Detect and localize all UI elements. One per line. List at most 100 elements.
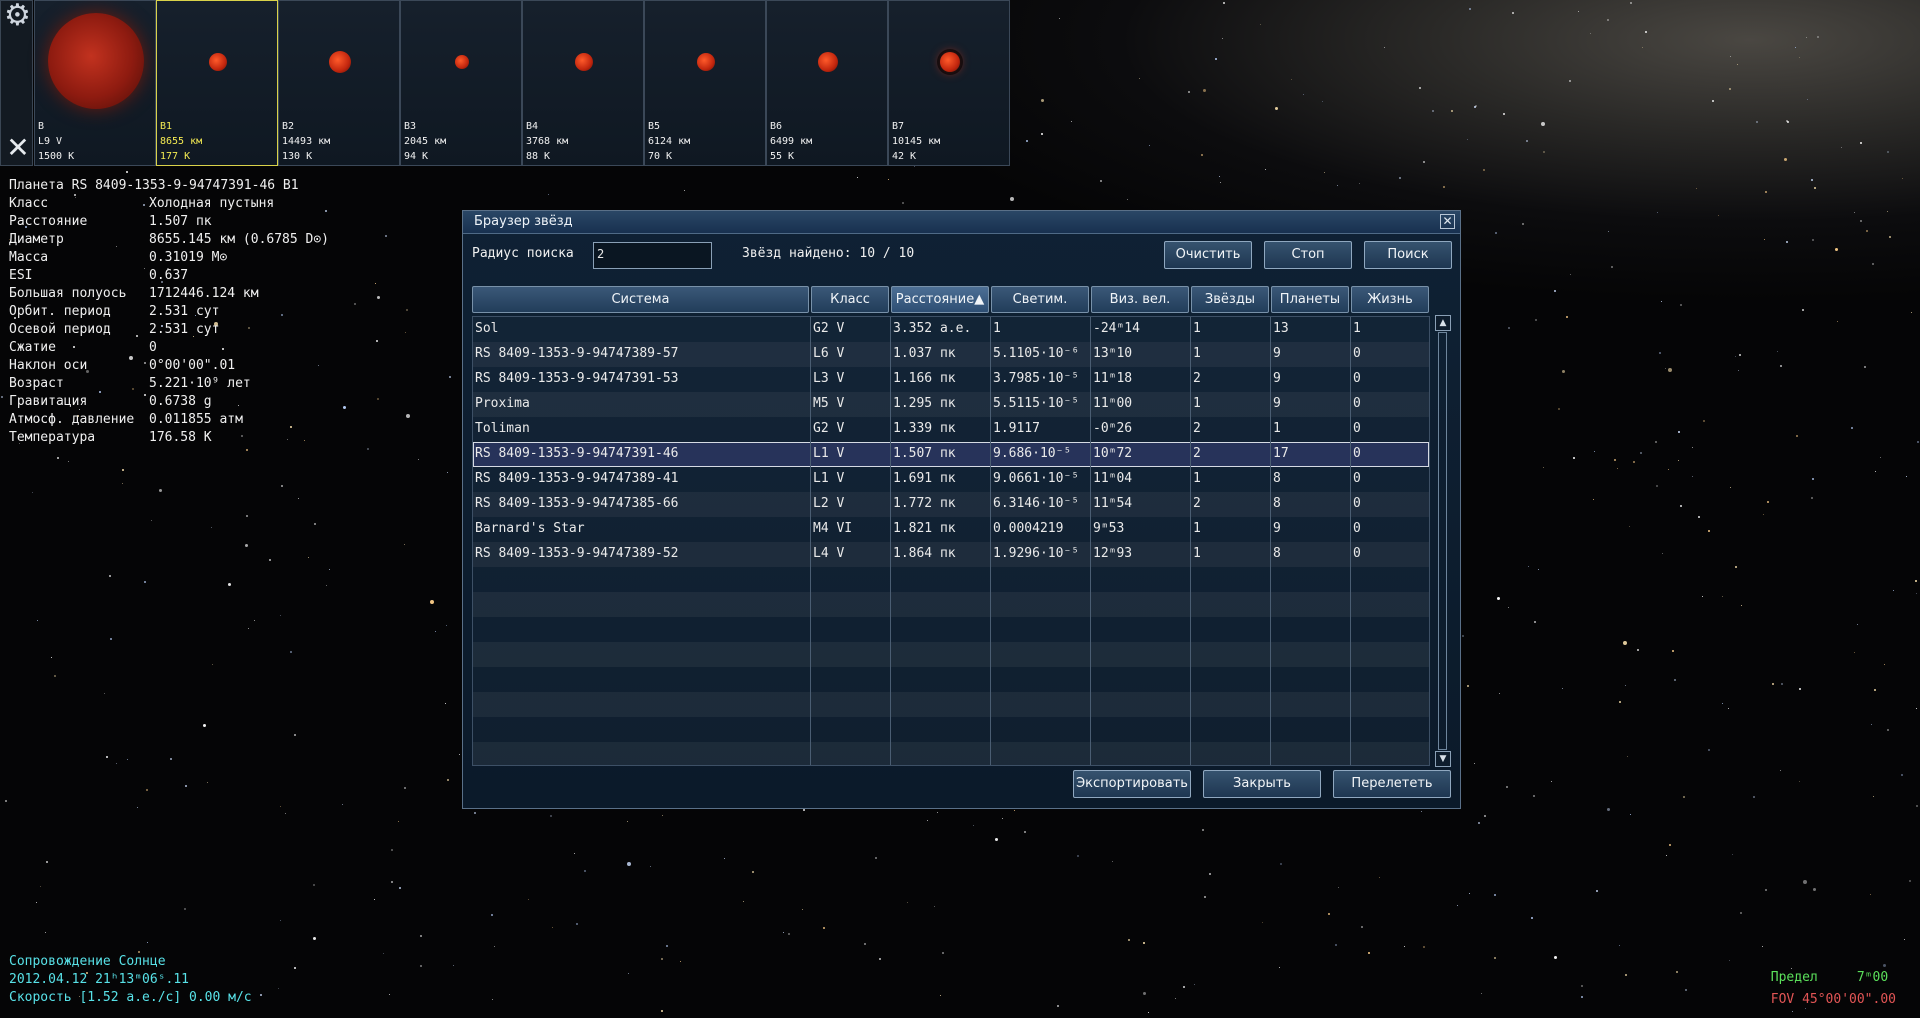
gear-icon[interactable]: ⚙ (4, 1, 32, 31)
thumbnail-b7[interactable]: B7 10145 км 42 K (888, 0, 1010, 166)
search-radius-input[interactable]: 2 (593, 242, 712, 269)
thumbnail-b[interactable]: B L9 V 1500 K (34, 0, 156, 166)
table-cell: 0 (1353, 421, 1361, 436)
table-cell: M5 V (813, 396, 845, 411)
scroll-down-icon[interactable]: ▼ (1435, 751, 1451, 767)
planet-image (209, 53, 227, 71)
thumbnail-b1[interactable]: B1 8655 км 177 K (156, 0, 278, 166)
column-divider (1090, 317, 1091, 765)
table-cell: 1 (1193, 321, 1201, 336)
planet-info-label: ESI (9, 268, 33, 283)
table-row[interactable]: RS 8409-1353-9-94747389-57 L6 V 1.037 пк 5.… (473, 342, 1429, 367)
table-row[interactable]: Barnard's Star M4 VI 1.821 пк 0.0004219 9ᵐ53… (473, 517, 1429, 542)
thumbnail-line3: 55 K (770, 151, 795, 162)
planet-info-row: Наклон оси 0°00'00".01 (9, 357, 299, 375)
thumbnail-b5[interactable]: B5 6124 км 70 K (644, 0, 766, 166)
planet-info-row: Масса 0.31019 M⊙ (9, 249, 299, 267)
dialog-titlebar[interactable]: Браузер звёзд ✕ (463, 211, 1460, 234)
table-cell: 1 (1193, 346, 1201, 361)
column-header[interactable]: Звёзды (1191, 286, 1269, 313)
table-cell: Toliman (475, 421, 530, 436)
table-cell: Sol (475, 321, 499, 336)
column-header[interactable]: Система (472, 286, 809, 313)
column-header[interactable]: Светим. (991, 286, 1089, 313)
table-row[interactable]: Toliman G2 V 1.339 пк 1.9117 -0ᵐ26 2 1 0 (473, 417, 1429, 442)
thumbnail-controls: ⚙ ✕ (0, 0, 33, 166)
table-cell: 9 (1273, 371, 1281, 386)
table-row-empty[interactable] (473, 742, 1429, 765)
planet-info-value: 0.31019 M⊙ (149, 250, 228, 265)
thumbnail-info: B4 3768 км 88 K (526, 119, 568, 164)
column-divider (1190, 317, 1191, 765)
column-divider (810, 317, 811, 765)
table-row[interactable]: RS 8409-1353-9-94747391-53 L3 V 1.166 пк 3.… (473, 367, 1429, 392)
thumbnail-b6[interactable]: B6 6499 км 55 K (766, 0, 888, 166)
table-cell: 9 (1273, 346, 1281, 361)
thumbnail-b2[interactable]: B2 14493 км 130 K (278, 0, 400, 166)
planet-info-value: 0.011855 атм (149, 412, 243, 427)
table-row-empty[interactable] (473, 692, 1429, 717)
planet-image (575, 53, 593, 71)
stars-found-count: Звёзд найдено: 10 / 10 (742, 246, 915, 261)
table-cell: L1 V (813, 446, 845, 461)
table-cell: Barnard's Star (475, 521, 585, 536)
table-cell: RS 8409-1353-9-94747391-53 (475, 371, 679, 386)
star-table: Система Класс Расстояние▲ Светим. Виз. вел. З… (472, 286, 1430, 766)
scroll-track[interactable] (1438, 332, 1447, 750)
star-browser-dialog: Браузер звёзд ✕ Радиус поиска 2 Звёзд на… (462, 210, 1461, 809)
table-body[interactable]: Sol G2 V 3.352 а.е. 1 -24ᵐ14 1 13 1 RS 8409-1353… (472, 316, 1430, 766)
table-scrollbar[interactable]: ▲ ▼ (1435, 315, 1451, 767)
export-button[interactable]: Экспортировать (1073, 770, 1191, 798)
table-cell: 9 (1273, 521, 1281, 536)
planet-image (697, 53, 715, 71)
table-row[interactable]: Proxima M5 V 1.295 пк 5.5115·10⁻⁵ 11ᵐ00 1 9 0 (473, 392, 1429, 417)
table-cell: 1.691 пк (893, 471, 956, 486)
magnitude-limit: Предел 7ᵐ00 (1770, 970, 1889, 985)
scroll-up-icon[interactable]: ▲ (1435, 315, 1451, 331)
table-row[interactable]: RS 8409-1353-9-94747391-46 L1 V 1.507 пк 9.… (473, 442, 1429, 467)
table-cell: 1.9117 (993, 421, 1040, 436)
thumbnail-b3[interactable]: B3 2045 км 94 K (400, 0, 522, 166)
planet-image (940, 52, 960, 72)
table-row[interactable]: RS 8409-1353-9-94747389-41 L1 V 1.691 пк 9.… (473, 467, 1429, 492)
table-row-empty[interactable] (473, 617, 1429, 642)
planet-info-row: Гравитация 0.6738 g (9, 393, 299, 411)
column-header[interactable]: Класс (811, 286, 889, 313)
table-row-empty[interactable] (473, 667, 1429, 692)
stop-button[interactable]: Стоп (1264, 241, 1352, 269)
planet-image (329, 51, 351, 73)
table-row-empty[interactable] (473, 592, 1429, 617)
table-cell: 10ᵐ72 (1093, 446, 1133, 461)
goto-button[interactable]: Перелететь (1333, 770, 1451, 798)
table-row-empty[interactable] (473, 567, 1429, 592)
table-row[interactable]: Sol G2 V 3.352 а.е. 1 -24ᵐ14 1 13 1 (473, 317, 1429, 342)
column-header[interactable]: Жизнь (1351, 286, 1429, 313)
thumbnail-name: B4 (526, 121, 539, 132)
table-cell: L2 V (813, 496, 845, 511)
planet-info-row: Возраст 5.221·10⁹ лет (9, 375, 299, 393)
column-header[interactable]: Расстояние▲ (891, 286, 989, 313)
table-row-empty[interactable] (473, 642, 1429, 667)
search-button[interactable]: Поиск (1364, 241, 1452, 269)
table-cell: G2 V (813, 321, 845, 336)
table-row[interactable]: RS 8409-1353-9-94747385-66 L2 V 1.772 пк 6.… (473, 492, 1429, 517)
close-icon[interactable]: ✕ (4, 134, 32, 162)
planet-info-value: 176.58 K (149, 430, 212, 445)
column-divider (890, 317, 891, 765)
column-header[interactable]: Виз. вел. (1091, 286, 1189, 313)
table-row[interactable]: RS 8409-1353-9-94747389-52 L4 V 1.864 пк 1.… (473, 542, 1429, 567)
clear-button[interactable]: Очистить (1164, 241, 1252, 269)
planet-info-panel: Планета RS 8409-1353-9-94747391-46 B1 Кл… (9, 177, 329, 447)
thumbnail-name: B2 (282, 121, 295, 132)
thumbnail-b4[interactable]: B4 3768 км 88 K (522, 0, 644, 166)
dialog-close-icon[interactable]: ✕ (1440, 214, 1455, 229)
tracking-status: Сопровождение Солнце (9, 954, 166, 969)
thumbnail-line3: 42 K (892, 151, 917, 162)
table-row-empty[interactable] (473, 717, 1429, 742)
table-cell: M4 VI (813, 521, 853, 536)
planet-info-row: Температура 176.58 K (9, 429, 299, 447)
column-header[interactable]: Планеты (1271, 286, 1349, 313)
planet-info-row: Диаметр 8655.145 км (0.6785 D⊙) (9, 231, 329, 249)
table-cell: 1.772 пк (893, 496, 956, 511)
close-button[interactable]: Закрыть (1203, 770, 1321, 798)
